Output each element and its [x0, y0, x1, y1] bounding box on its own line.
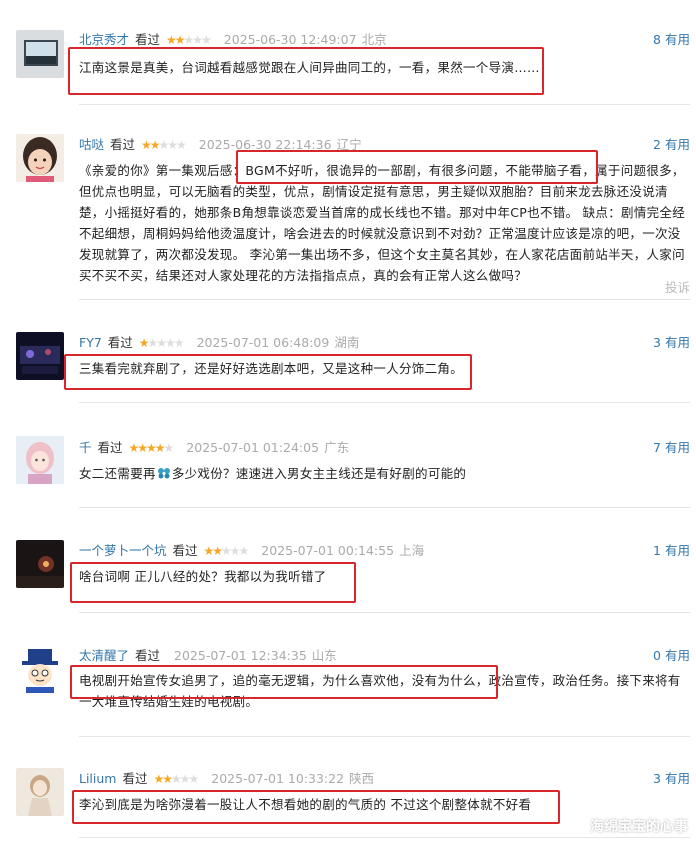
user-avatar[interactable] [16, 540, 64, 588]
divider [79, 612, 690, 613]
user-avatar[interactable] [16, 134, 64, 182]
username[interactable]: 一个萝卜一个坑 [79, 543, 167, 558]
dark-scene-photo-icon [16, 332, 64, 380]
rating-stars: ★★★★★ [203, 544, 250, 558]
watch-status: 看过 [135, 32, 161, 47]
watch-status: 看过 [107, 335, 133, 350]
user-avatar[interactable] [16, 30, 64, 78]
useful-button[interactable]: 1 有用 [653, 543, 690, 559]
comment-time: 2025-07-01 12:34:35 [174, 648, 307, 663]
rating-stars: ★★★★★ [153, 772, 199, 786]
user-avatar[interactable] [16, 436, 64, 484]
child-photo-icon [16, 134, 64, 182]
username[interactable]: FY7 [79, 335, 102, 350]
useful-button[interactable]: 0 有用 [653, 648, 690, 664]
divider [79, 507, 690, 508]
useful-button[interactable]: 3 有用 [653, 335, 690, 351]
divider [79, 736, 690, 737]
comment-time: 2025-06-30 22:14:36 [198, 137, 332, 152]
comment-text: 女二还需要再 多少戏份？速速进入男女主主线还是有好剧的可能的 [79, 463, 691, 484]
divider [79, 402, 690, 403]
username[interactable]: 千 [79, 440, 92, 455]
useful-button[interactable]: 3 有用 [653, 771, 690, 787]
watermark: 海绵宝宝的心事 [590, 819, 688, 835]
watch-status: 看过 [97, 440, 123, 455]
comment-location: 湖南 [334, 335, 360, 350]
anime-girl-photo-icon [16, 436, 64, 484]
report-link[interactable]: 投诉 [665, 277, 690, 296]
username[interactable]: Lilium [79, 771, 116, 786]
comment-text: 江南这景是真美，台词越看越感觉跟在人间异曲同工的，一看，果然一个导演…… [79, 60, 540, 75]
comment-location: 广东 [324, 440, 350, 455]
useful-button[interactable]: 7 有用 [653, 440, 690, 456]
rating-stars: ★★★★★ [128, 441, 175, 455]
comment-location: 北京 [361, 32, 387, 47]
useful-button[interactable]: 2 有用 [653, 137, 690, 153]
divider [79, 299, 690, 300]
rating-stars: ★★★★★ [166, 33, 212, 47]
comment-time: 2025-07-01 00:14:55 [261, 543, 395, 558]
user-avatar[interactable] [16, 332, 64, 380]
comment-location: 山东 [311, 648, 337, 663]
comment-location: 上海 [399, 543, 425, 558]
divider [79, 104, 690, 105]
comment-time: 2025-07-01 01:24:05 [186, 440, 320, 455]
username[interactable]: 北京秀才 [79, 32, 129, 47]
watch-status: 看过 [122, 771, 148, 786]
doll-photo-icon [16, 768, 64, 816]
user-avatar[interactable] [16, 768, 64, 816]
blue-flower-emoji-icon [157, 468, 170, 479]
user-avatar[interactable] [16, 645, 64, 693]
cartoon-kid-avatar-icon [16, 645, 64, 693]
comment-time: 2025-07-01 06:48:09 [196, 335, 330, 350]
comment-text-part: 女二还需要再 [79, 466, 156, 481]
comment-time: 2025-06-30 12:49:07 [223, 32, 357, 47]
rating-stars: ★★★★★ [141, 138, 187, 152]
comment-text: 三集看完就弃剧了，还是好好选选剧本吧，又是这种一人分饰二角。 [79, 361, 464, 376]
comment-text: 电视剧开始宣传女追男了，追的毫无逻辑，为什么喜欢他，没有为什么，政治宣传，政治任… [79, 673, 681, 709]
username[interactable]: 咕哒 [79, 137, 104, 152]
landscape-photo-icon [16, 30, 64, 78]
useful-button[interactable]: 8 有用 [653, 32, 690, 48]
watch-status: 看过 [172, 543, 198, 558]
comment-text: 李沁到底是为啥弥漫着一股让人不想看她的剧的气质的 不过这个剧整体就不好看 [79, 797, 532, 812]
comment-location: 辽宁 [336, 137, 362, 152]
username[interactable]: 太清醒了 [79, 648, 129, 663]
comment-text: 《亲爱的你》第一集观后感：BGM不好听，很诡异的一部剧，有很多问题，不能带脑子看… [79, 163, 686, 283]
comment-location: 陕西 [349, 771, 375, 786]
watch-status: 看过 [110, 137, 136, 152]
night-scene-photo-icon [16, 540, 64, 588]
rating-stars: ★★★★★ [138, 336, 185, 350]
comment-time: 2025-07-01 10:33:22 [211, 771, 345, 786]
comment-text-part: 多少戏份？速速进入男女主主线还是有好剧的可能的 [171, 466, 467, 481]
comment-text: 啥台词啊 正儿八经的处？我都以为我听错了 [79, 569, 327, 584]
watch-status: 看过 [135, 648, 161, 663]
divider [79, 837, 690, 838]
